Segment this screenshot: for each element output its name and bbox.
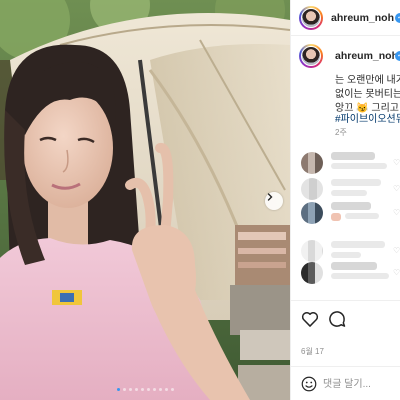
heart-icon[interactable] [300,309,320,329]
caption-line: 없이는 못버티는 [335,89,400,100]
carousel-dot [122,388,126,391]
post-side-panel: ahreum_noh ✓ ahreum_noh ✓ 는 오랜만에 내가 없이는 … [290,0,400,400]
carousel-dot [134,388,138,391]
post-photo[interactable] [0,0,290,400]
comment-input[interactable] [323,375,395,393]
selfie-image [0,0,290,400]
caption-line: 는 오랜만에 내가 [335,75,400,86]
verified-badge-icon: ✓ [395,13,400,23]
comment-like-icon[interactable]: ♡ [393,268,400,277]
comment-avatar[interactable] [301,262,323,284]
caption-username[interactable]: ahreum_noh [335,50,398,62]
chevron-right-icon [267,193,273,201]
comment-row: ♡ [301,260,400,288]
carousel-dot [152,388,156,391]
comment-row: ♡ [301,200,400,228]
header-username[interactable]: ahreum_noh [331,12,394,24]
comment-like-icon[interactable]: ♡ [393,246,400,255]
carousel-indicator [0,388,290,391]
comment-like-icon[interactable]: ♡ [393,158,400,167]
hashtag-link[interactable]: #파이브이오션뮤 [335,110,400,125]
carousel-dot [128,388,132,391]
carousel-dot [116,388,120,391]
caption-verified-icon: ✓ [395,51,400,61]
post-time: 2주 [335,128,347,137]
comment-like-icon[interactable]: ♡ [393,184,400,193]
comment-avatar[interactable] [301,240,323,262]
post-header: ahreum_noh ✓ [291,0,400,36]
comment-row: ♡ [301,150,400,178]
carousel-dot [164,388,168,391]
caption-avatar[interactable] [299,44,323,68]
comment-avatar[interactable] [301,202,323,224]
comment-avatar[interactable] [301,178,323,200]
smiley-icon[interactable] [300,375,318,393]
next-photo-button[interactable] [265,192,283,210]
carousel-dot [140,388,144,391]
post-date: 6월 17 [301,347,324,356]
carousel-dot [170,388,174,391]
action-bar [291,300,400,340]
comment-bubble-icon[interactable] [327,309,347,329]
comment-box [291,366,400,400]
comment-like-icon[interactable]: ♡ [393,208,400,217]
carousel-dot [158,388,162,391]
carousel-dot [146,388,150,391]
comment-avatar[interactable] [301,152,323,174]
avatar[interactable] [299,6,323,30]
